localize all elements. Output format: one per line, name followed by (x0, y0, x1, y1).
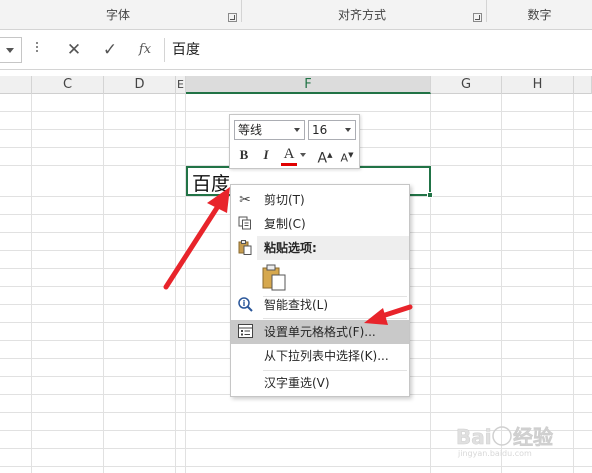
baidu-watermark-logo: Bai 经验 jingyan.baidu.com (456, 418, 576, 458)
annotation-arrows (163, 187, 413, 325)
arrow-to-format-cells-icon (364, 304, 413, 325)
svg-text:经验: 经验 (513, 425, 553, 449)
arrow-to-cell-icon (163, 187, 230, 290)
svg-text:jingyan.baidu.com: jingyan.baidu.com (457, 449, 532, 458)
svg-text:Bai: Bai (456, 425, 492, 449)
